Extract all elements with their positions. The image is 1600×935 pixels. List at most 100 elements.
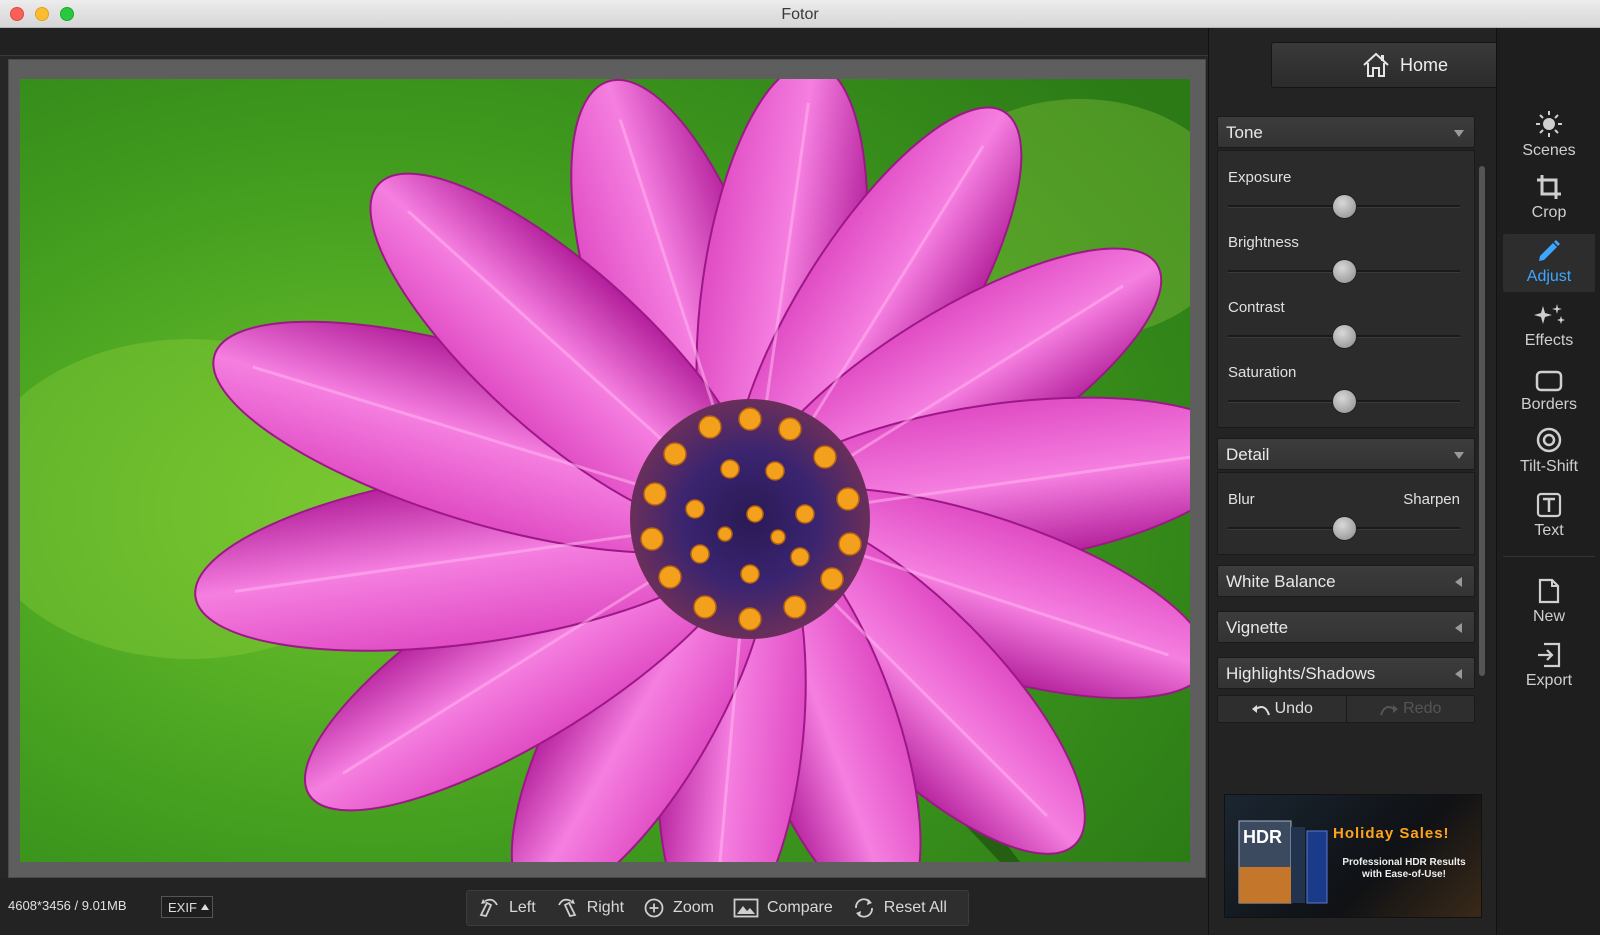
home-icon <box>1363 52 1389 77</box>
software-box-image: HDR <box>1238 820 1328 904</box>
tool-scenes[interactable]: Scenes <box>1503 108 1595 166</box>
tool-adjust[interactable]: Adjust <box>1503 234 1595 292</box>
undo-icon <box>1251 705 1270 716</box>
zoom-button[interactable]: Zoom <box>643 897 714 919</box>
tool-effects[interactable]: Effects <box>1503 298 1595 356</box>
sparkles-icon <box>1534 304 1565 324</box>
tool-effects-label: Effects <box>1524 332 1574 349</box>
sun-icon <box>1536 111 1562 137</box>
section-highlights-shadows-header[interactable]: Highlights/Shadows <box>1217 657 1475 689</box>
tool-borders-label: Borders <box>1520 396 1578 413</box>
saturation-slider[interactable]: Saturation <box>1218 352 1474 417</box>
bottom-toolbar: Left Right Zoom Compare Reset All <box>466 890 969 926</box>
crop-icon <box>1537 175 1561 199</box>
redo-label: Redo <box>1403 700 1442 717</box>
slider-knob[interactable] <box>1332 516 1357 541</box>
slider-knob[interactable] <box>1332 324 1357 349</box>
tool-crop-label: Crop <box>1531 204 1567 221</box>
text-icon <box>1536 492 1562 518</box>
adjust-sections: Tone Exposure Brightness Contrast Satura… <box>1217 116 1475 723</box>
slider-knob[interactable] <box>1332 194 1357 219</box>
rotate-right-button[interactable]: Right <box>555 897 624 919</box>
new-file-icon <box>1538 578 1560 604</box>
section-detail-title: Detail <box>1226 445 1270 464</box>
section-vignette-header[interactable]: Vignette <box>1217 611 1475 643</box>
adjust-panel: Home Tone Exposure Brightness Contrast S… <box>1208 28 1539 935</box>
section-white-balance-title: White Balance <box>1226 572 1336 591</box>
panel-scrollbar[interactable] <box>1479 166 1485 676</box>
section-tone-title: Tone <box>1226 123 1263 142</box>
title-bar: Fotor <box>0 0 1600 28</box>
export-icon <box>1538 642 1561 668</box>
undo-label: Undo <box>1274 700 1313 717</box>
tool-text[interactable]: Text <box>1503 488 1595 546</box>
image-dimensions: 4608*3456 / 9.01MB <box>8 898 127 913</box>
blur-label: Blur <box>1228 491 1255 508</box>
exposure-label: Exposure <box>1228 169 1292 186</box>
new-button[interactable]: New <box>1503 574 1595 632</box>
exposure-slider[interactable]: Exposure <box>1218 157 1474 222</box>
section-detail-body: Blur Sharpen <box>1217 472 1475 555</box>
tool-tilt-shift-label: Tilt-Shift <box>1519 458 1579 475</box>
section-vignette-title: Vignette <box>1226 618 1289 637</box>
tool-borders[interactable]: Borders <box>1503 362 1595 420</box>
chevron-left-icon <box>1455 577 1462 587</box>
promo-subtitle: Professional HDR Results with Ease-of-Us… <box>1329 857 1479 881</box>
chevron-left-icon <box>1455 669 1462 679</box>
box-label: HDR <box>1243 827 1282 847</box>
new-label: New <box>1532 608 1565 625</box>
compare-label: Compare <box>766 899 833 916</box>
promo-banner[interactable]: HDR Holiday Sales! Professional HDR Resu… <box>1224 794 1482 918</box>
undo-button[interactable]: Undo <box>1218 696 1347 722</box>
reset-icon <box>854 898 873 918</box>
section-highlights-shadows-title: Highlights/Shadows <box>1226 664 1376 683</box>
saturation-label: Saturation <box>1228 364 1297 381</box>
rotate-right-label: Right <box>586 899 625 916</box>
export-label: Export <box>1525 672 1573 689</box>
exif-button[interactable]: EXIF <box>161 896 213 918</box>
export-button[interactable]: Export <box>1503 638 1595 696</box>
slider-knob[interactable] <box>1332 389 1357 414</box>
brightness-slider[interactable]: Brightness <box>1218 222 1474 287</box>
compare-button[interactable]: Compare <box>733 898 833 918</box>
tool-text-label: Text <box>1534 522 1564 539</box>
zoom-icon <box>644 898 664 918</box>
border-icon <box>1535 370 1563 392</box>
redo-icon <box>1380 705 1399 716</box>
section-detail-header[interactable]: Detail <box>1217 438 1475 470</box>
sharpen-label: Sharpen <box>1403 491 1460 508</box>
chevron-down-icon <box>1454 130 1464 137</box>
tool-scenes-label: Scenes <box>1522 142 1576 159</box>
promo-line-1: Professional HDR Results <box>1342 857 1466 868</box>
brightness-label: Brightness <box>1228 234 1299 251</box>
section-tone-header[interactable]: Tone <box>1217 116 1475 148</box>
blur-sharpen-slider[interactable]: Blur Sharpen <box>1218 479 1474 544</box>
rotate-left-label: Left <box>509 899 536 916</box>
rotate-right-icon <box>557 898 577 918</box>
contrast-label: Contrast <box>1228 299 1285 316</box>
caret-up-icon <box>200 904 209 910</box>
reset-all-button[interactable]: Reset All <box>852 897 947 919</box>
home-label: Home <box>1399 54 1448 75</box>
redo-button[interactable]: Redo <box>1347 696 1475 722</box>
slider-knob[interactable] <box>1332 259 1357 284</box>
section-white-balance-header[interactable]: White Balance <box>1217 565 1475 597</box>
chevron-left-icon <box>1455 623 1462 633</box>
promo-line-2: with Ease-of-Use! <box>1362 869 1446 880</box>
tool-tilt-shift[interactable]: Tilt-Shift <box>1503 424 1595 482</box>
tools-column: Scenes Crop Adjust Effects Borders Tilt-… <box>1496 28 1600 935</box>
flower-photo <box>20 79 1190 862</box>
tilt-shift-icon <box>1536 427 1562 453</box>
section-tone-body: Exposure Brightness Contrast Saturation <box>1217 150 1475 428</box>
contrast-slider[interactable]: Contrast <box>1218 287 1474 352</box>
tool-crop[interactable]: Crop <box>1503 170 1595 228</box>
exif-label: EXIF <box>168 900 197 915</box>
chevron-down-icon <box>1454 452 1464 459</box>
tool-adjust-label: Adjust <box>1526 268 1572 285</box>
photo-canvas[interactable] <box>20 79 1190 862</box>
reset-all-label: Reset All <box>883 899 947 916</box>
canvas-frame <box>8 59 1206 878</box>
promo-title: Holiday Sales! <box>1333 825 1450 842</box>
rotate-left-button[interactable]: Left <box>477 897 536 919</box>
editor-area: 4608*3456 / 9.01MB EXIF Left Right Zoom … <box>0 28 1208 935</box>
